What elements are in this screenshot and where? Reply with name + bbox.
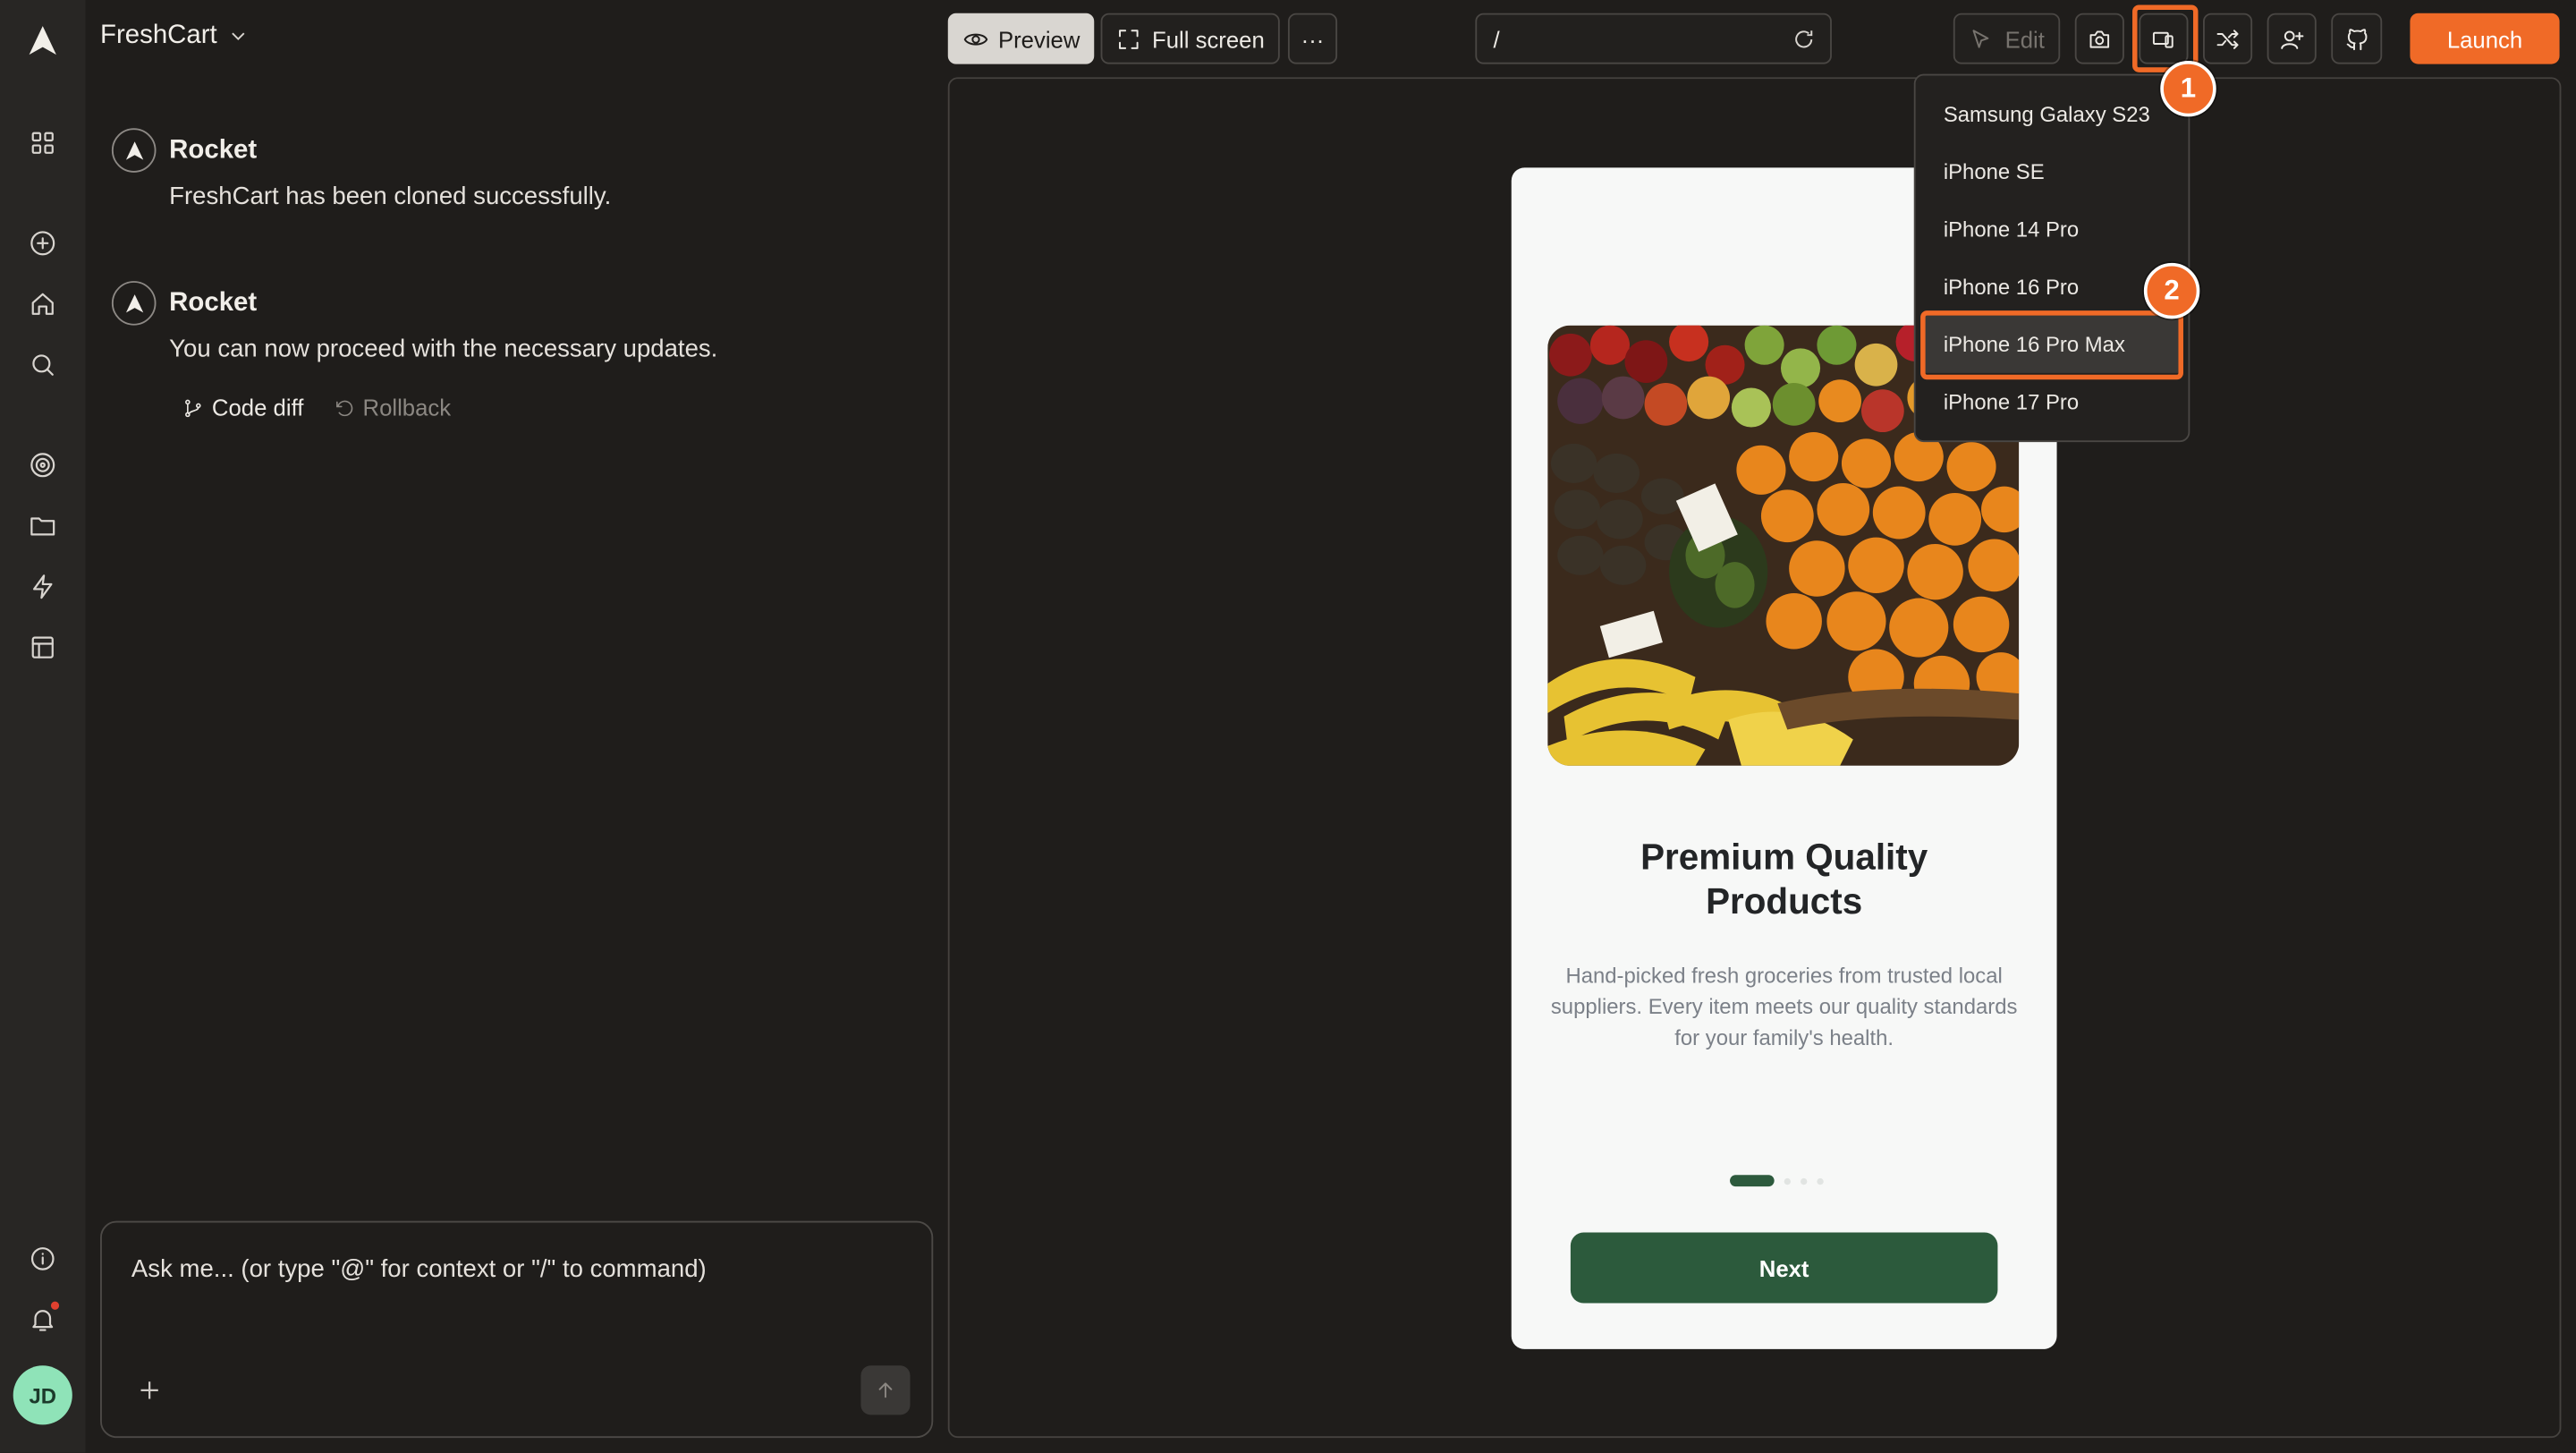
step-badge-1: 1	[2160, 60, 2216, 117]
fullscreen-label: Full screen	[1152, 25, 1265, 52]
home-icon[interactable]	[23, 285, 63, 324]
highlight-selected-device	[1920, 310, 2183, 380]
chat-composer[interactable]: Ask me... (or type "@" for context or "/…	[100, 1220, 934, 1439]
page-indicator	[1730, 1175, 1824, 1187]
send-button[interactable]	[860, 1365, 911, 1415]
chevron-down-icon	[232, 32, 245, 40]
message-text: You can now proceed with the necessary u…	[169, 335, 718, 363]
github-icon	[2345, 28, 2367, 50]
bolt-icon[interactable]	[23, 567, 63, 607]
rocket-avatar-icon	[111, 128, 157, 173]
message-actions: Code diff Rollback	[182, 395, 451, 421]
refresh-icon[interactable]	[1791, 26, 1817, 52]
eye-icon	[963, 32, 987, 45]
fullscreen-button[interactable]: Full screen	[1100, 13, 1280, 64]
project-name: FreshCart	[100, 21, 217, 50]
rollback-button[interactable]: Rollback	[333, 395, 451, 421]
logo-icon[interactable]	[23, 21, 63, 61]
page-dot-active[interactable]	[1730, 1175, 1775, 1187]
step-badge-2: 2	[2143, 262, 2200, 319]
shuffle-button[interactable]	[2203, 13, 2253, 64]
chat-message: Rocket You can now proceed with the nece…	[111, 281, 718, 363]
title-line-2: Products	[1706, 880, 1863, 922]
message-author: Rocket	[169, 288, 258, 317]
bell-icon[interactable]	[23, 1300, 63, 1339]
add-circle-icon[interactable]	[23, 224, 63, 263]
url-bar[interactable]: /	[1475, 13, 1832, 64]
undo-icon	[335, 399, 352, 416]
device-option[interactable]: iPhone 14 Pro	[1916, 200, 2189, 258]
expand-icon	[1119, 29, 1140, 48]
screenshot-button[interactable]	[2074, 13, 2124, 64]
target-icon[interactable]	[23, 446, 63, 485]
page-dot[interactable]	[1801, 1177, 1808, 1185]
user-avatar[interactable]: JD	[13, 1365, 72, 1425]
device-option[interactable]: iPhone 17 Pro	[1916, 373, 2189, 430]
dashboard-icon[interactable]	[23, 123, 63, 163]
invite-user-button[interactable]	[2267, 13, 2317, 64]
rollback-label: Rollback	[362, 394, 452, 421]
camera-icon	[2089, 30, 2110, 47]
folder-icon[interactable]	[23, 506, 63, 546]
onboarding-description: Hand-picked fresh groceries from trusted…	[1550, 963, 2018, 1050]
device-option[interactable]: iPhone SE	[1916, 143, 2189, 200]
github-button[interactable]	[2331, 13, 2383, 64]
onboarding-title: Premium Quality Products	[1512, 835, 2057, 923]
preview-button[interactable]: Preview	[947, 13, 1095, 64]
url-input[interactable]: /	[1494, 25, 1500, 51]
info-icon[interactable]	[23, 1239, 63, 1279]
layout-icon[interactable]	[23, 628, 63, 667]
page-dot[interactable]	[1784, 1177, 1792, 1185]
message-author: Rocket	[169, 135, 258, 164]
code-diff-button[interactable]: Code diff	[182, 394, 304, 421]
composer-input[interactable]: Ask me... (or type "@" for context or "/…	[131, 1255, 707, 1283]
cursor-icon	[1973, 29, 1990, 47]
attach-button[interactable]	[135, 1375, 165, 1405]
search-icon[interactable]	[23, 345, 63, 385]
plus-icon	[140, 1381, 158, 1399]
project-switcher[interactable]: FreshCart	[100, 21, 250, 51]
left-rail: JD	[0, 0, 86, 1453]
more-options-button[interactable]: ···	[1287, 13, 1338, 64]
chat-message: Rocket FreshCart has been cloned success…	[111, 128, 612, 211]
arrow-up-icon	[878, 1382, 893, 1398]
user-plus-icon	[2281, 30, 2304, 48]
edit-button[interactable]: Edit	[1953, 13, 2061, 64]
rocket-avatar-icon	[111, 281, 157, 326]
device-dropdown: Samsung Galaxy S23 iPhone SE iPhone 14 P…	[1913, 73, 2190, 443]
notification-dot	[50, 1301, 60, 1310]
device-option[interactable]: Samsung Galaxy S23	[1916, 86, 2189, 143]
message-text: FreshCart has been cloned successfully.	[169, 182, 612, 211]
code-diff-label: Code diff	[211, 394, 304, 421]
edit-label: Edit	[2004, 25, 2045, 52]
shuffle-icon	[2216, 29, 2239, 48]
title-line-1: Premium Quality	[1640, 836, 1928, 878]
next-button[interactable]: Next	[1570, 1232, 1998, 1304]
preview-label: Preview	[997, 25, 1080, 52]
page-dot[interactable]	[1817, 1177, 1824, 1185]
more-options-icon: ···	[1301, 25, 1325, 52]
launch-button[interactable]: Launch	[2410, 13, 2560, 64]
git-branch-icon	[185, 398, 201, 417]
